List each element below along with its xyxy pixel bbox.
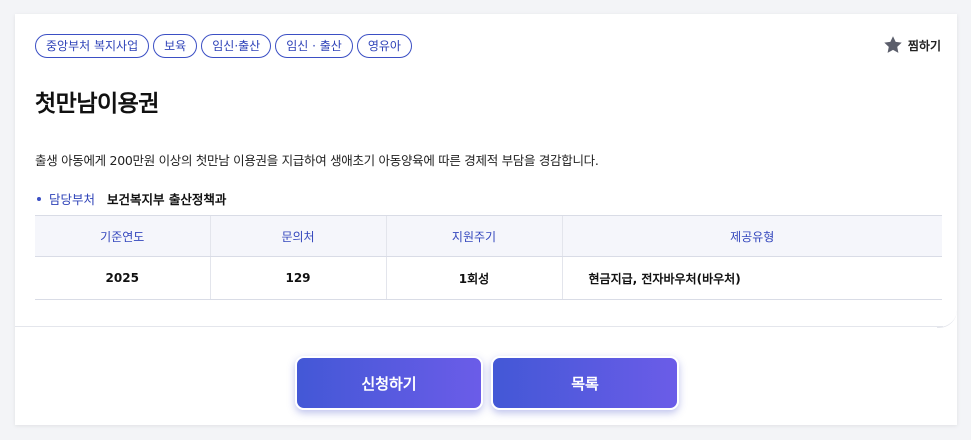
favorite-button[interactable]: 찜하기 [882,34,941,56]
star-icon [884,36,902,53]
header-provision-type: 제공유형 [561,215,942,257]
action-buttons: 신청하기 목록 [295,356,679,410]
tag-central-welfare[interactable]: 중앙부처 복지사업 [35,34,150,58]
category-tags: 중앙부처 복지사업 보육 임신·출산 임신 · 출산 영유아 [35,34,412,58]
cell-provision-type: 현금지급, 전자바우처(바우처) [561,256,942,300]
service-description: 출생 아동에게 200만원 이상의 첫만남 이용권을 지급하여 생애초기 아동양… [35,153,599,168]
department-value: 보건복지부 출산정책과 [107,192,227,207]
bullet-icon [37,196,41,201]
section-divider [15,326,943,327]
department-row: 담당부처 보건복지부 출산정책과 [35,189,226,208]
tag-childcare[interactable]: 보육 [153,34,198,58]
tag-pregnancy-birth[interactable]: 임신·출산 [201,34,272,58]
tag-pregnancy-birth-2[interactable]: 임신 · 출산 [275,34,353,58]
cell-base-year: 2025 [35,256,210,300]
list-button[interactable]: 목록 [491,356,679,410]
service-info-table: 기준연도 문의처 지원주기 제공유형 2025 129 1회성 현금지급, 전자… [35,215,942,300]
apply-button[interactable]: 신청하기 [295,356,483,410]
header-base-year: 기준연도 [35,215,210,257]
page-title: 첫만남이용권 [35,91,159,117]
header-contact: 문의처 [209,215,386,257]
table-header-row: 기준연도 문의처 지원주기 제공유형 [35,215,942,257]
cell-contact: 129 [209,256,386,300]
cell-support-cycle: 1회성 [385,256,562,300]
tag-infant[interactable]: 영유아 [356,34,412,58]
favorite-label: 찜하기 [907,38,941,53]
table-row: 2025 129 1회성 현금지급, 전자바우처(바우처) [35,256,942,300]
department-label: 담당부처 [49,192,96,207]
header-support-cycle: 지원주기 [385,215,562,257]
welfare-detail-card: 중앙부처 복지사업 보육 임신·출산 임신 · 출산 영유아 찜하기 첫만남이용… [15,14,957,425]
divider-corner [937,310,957,328]
